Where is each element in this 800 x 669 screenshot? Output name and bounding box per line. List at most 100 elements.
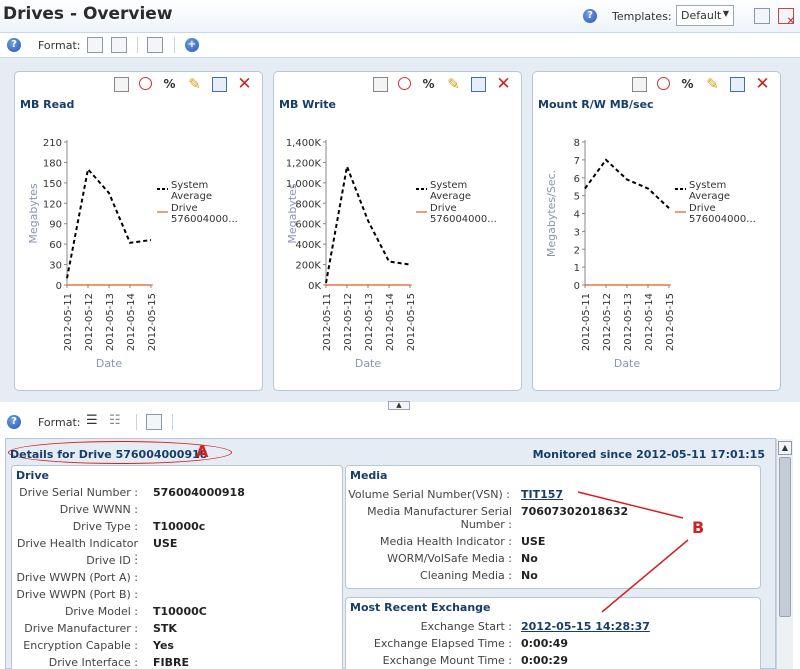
y-tick-label: 6 bbox=[574, 174, 580, 185]
exchange-detail-label: Exchange Start : bbox=[420, 620, 512, 633]
drive-detail-value: 576004000918 bbox=[153, 486, 245, 499]
y-tick-label: 30 bbox=[49, 261, 62, 272]
y-tick-label: 150 bbox=[43, 179, 62, 190]
drive-detail-value: USE bbox=[153, 537, 178, 550]
chart-panel-mb-read: % ✎ ✕ MB Read 0 30 60 90 120 150 180 210 2012-05-11 2… bbox=[14, 71, 263, 391]
x-tick-label: 2012-05-14 bbox=[126, 293, 137, 351]
help-icon[interactable]: ? bbox=[7, 415, 21, 429]
x-axis-label: Date bbox=[614, 357, 641, 370]
exchange-detail-row: Exchange Elapsed Time : 0:00:49 bbox=[346, 637, 762, 653]
series-line-system-average bbox=[325, 162, 411, 284]
format-grid-icon[interactable] bbox=[87, 37, 103, 53]
drive-detail-value: T10000C bbox=[153, 605, 207, 618]
collapse-toggle-button[interactable]: ▲ bbox=[388, 401, 410, 410]
legend-label: Drive bbox=[171, 203, 198, 214]
drive-detail-label: Drive Interface : bbox=[48, 656, 138, 669]
media-row-vsn: Volume Serial Number(VSN) : TIT157 bbox=[346, 488, 762, 504]
y-tick-label: 800K bbox=[295, 199, 321, 210]
exchange-detail-value: 0:00:29 bbox=[521, 654, 569, 667]
legend-label: Average bbox=[430, 191, 471, 202]
drive-detail-row: Drive Interface : FIBRE bbox=[12, 656, 344, 669]
format-columns-icon[interactable]: ☷ bbox=[109, 414, 125, 430]
drive-detail-row: Drive Serial Number : 576004000918 bbox=[12, 486, 344, 502]
y-axis-label: Megabytes bbox=[27, 183, 40, 244]
details-panel: Details for Drive 576004000918 A Monitor… bbox=[5, 438, 776, 669]
scroll-up-icon[interactable]: ▲ bbox=[778, 441, 792, 455]
chart-panel-mount-rw: % ✎ ✕ Mount R/W MB/sec 0 1 2 3 4 5 6 7 8 2012-05-11 20… bbox=[532, 71, 781, 391]
drive-detail-row: Drive WWPN (Port A) : bbox=[12, 571, 344, 587]
y-tick-label: 90 bbox=[49, 220, 62, 231]
x-tick-label: 2012-05-14 bbox=[385, 293, 396, 351]
exchange-start-link[interactable]: 2012-05-15 14:28:37 bbox=[521, 620, 650, 633]
x-tick-label: 2012-05-12 bbox=[84, 293, 95, 351]
annotation-label-a: A bbox=[196, 442, 209, 461]
y-tick-label: 4 bbox=[574, 210, 580, 221]
exchange-detail-row: Exchange Mount Time : 0:00:29 bbox=[346, 654, 762, 669]
x-tick-label: 2012-05-11 bbox=[581, 293, 592, 351]
drive-detail-value: Yes bbox=[153, 639, 174, 652]
chart-svg: 0 1 2 3 4 5 6 7 8 2012-05-11 2012-05-12 2012-05-13 2… bbox=[545, 138, 756, 370]
exchange-subpanel-title: Most Recent Exchange bbox=[350, 601, 491, 614]
x-tick-label: 2012-05-12 bbox=[602, 293, 613, 351]
format-rows-icon[interactable] bbox=[111, 37, 127, 53]
format-label: Format: bbox=[38, 39, 81, 52]
drive-detail-row: Encryption Capable : Yes bbox=[12, 639, 344, 655]
legend-label: 576004000... bbox=[171, 214, 238, 225]
y-tick-label: 1 bbox=[574, 263, 580, 274]
legend-label: System bbox=[430, 180, 467, 191]
y-tick-label: 0K bbox=[308, 281, 321, 292]
exchange-detail-value: 0:00:49 bbox=[521, 637, 569, 650]
monitored-since: Monitored since 2012-05-11 17:01:15 bbox=[532, 448, 765, 461]
add-icon[interactable]: + bbox=[185, 38, 199, 52]
page-title: Drives - Overview bbox=[3, 4, 173, 24]
drive-detail-row: Drive WWPN (Port B) : bbox=[12, 588, 344, 604]
drive-detail-label: Encryption Capable : bbox=[23, 639, 138, 652]
exchange-subpanel: Most Recent Exchange Exchange Start : 201… bbox=[345, 597, 761, 669]
title-bar: Drives - Overview ? Templates: Default ▼… bbox=[0, 0, 800, 33]
details-title: Details for Drive 576004000918 bbox=[10, 448, 208, 461]
save-template-icon[interactable] bbox=[754, 8, 770, 24]
drive-detail-label: Drive WWNN : bbox=[59, 503, 138, 516]
legend-label: 576004000... bbox=[430, 214, 497, 225]
x-tick-label: 2012-05-15 bbox=[665, 293, 676, 351]
drive-detail-label: Drive Serial Number : bbox=[19, 486, 138, 499]
series-line-system-average bbox=[584, 158, 670, 209]
help-icon[interactable]: ? bbox=[583, 9, 597, 23]
help-icon[interactable]: ? bbox=[7, 38, 21, 52]
print-icon[interactable] bbox=[146, 414, 162, 430]
cleaning-label: Cleaning Media : bbox=[420, 569, 512, 582]
y-tick-label: 180 bbox=[43, 158, 62, 169]
media-row-cleaning: Cleaning Media : No bbox=[346, 569, 762, 585]
drive-detail-label: Drive Model : bbox=[64, 605, 138, 618]
format-label: Format: bbox=[38, 416, 81, 429]
y-tick-label: 400K bbox=[295, 240, 321, 251]
x-tick-label: 2012-05-14 bbox=[644, 293, 655, 351]
x-tick-label: 2012-05-11 bbox=[322, 293, 333, 351]
print-icon[interactable] bbox=[147, 37, 163, 53]
template-select[interactable]: Default ▼ bbox=[676, 5, 734, 26]
toolbar-separator bbox=[172, 414, 173, 430]
y-axis-label: Megabytes/Sec. bbox=[545, 170, 558, 257]
legend-label: Average bbox=[171, 191, 212, 202]
vsn-link[interactable]: TIT157 bbox=[521, 488, 563, 501]
delete-template-icon[interactable]: ✕ bbox=[778, 8, 795, 27]
y-tick-label: 1,200K bbox=[286, 158, 322, 169]
details-scrollbar[interactable]: ▲ bbox=[776, 439, 793, 669]
chevron-down-icon: ▼ bbox=[722, 9, 729, 18]
scrollbar-thumb[interactable] bbox=[779, 457, 791, 617]
chart-svg: 0K200K400K600K800K1,000K1,200K1,400K2012… bbox=[286, 138, 497, 370]
x-axis-label: Date bbox=[96, 357, 123, 370]
charts-toolbar: ? Format: + bbox=[0, 34, 800, 56]
format-list-icon[interactable]: ☰ bbox=[86, 414, 102, 430]
y-tick-label: 200K bbox=[295, 261, 321, 272]
media-manufacturer-serial-label-line2: Number : bbox=[460, 518, 512, 531]
template-select-value: Default bbox=[681, 9, 722, 22]
media-manufacturer-serial-value: 70607302018632 bbox=[521, 505, 629, 518]
y-tick-label: 1,400K bbox=[286, 138, 322, 149]
exchange-detail-label: Exchange Elapsed Time : bbox=[373, 637, 512, 650]
chart-panel-mb-write: % ✎ ✕ MB Write 0K 200K 400K 600K 800K 1,000K 1,200… bbox=[273, 71, 522, 391]
drive-detail-label: Drive Manufacturer : bbox=[24, 622, 138, 635]
media-subpanel-title: Media bbox=[350, 469, 388, 482]
legend-label: Drive bbox=[689, 203, 716, 214]
annotation-label-b: B bbox=[692, 518, 705, 537]
